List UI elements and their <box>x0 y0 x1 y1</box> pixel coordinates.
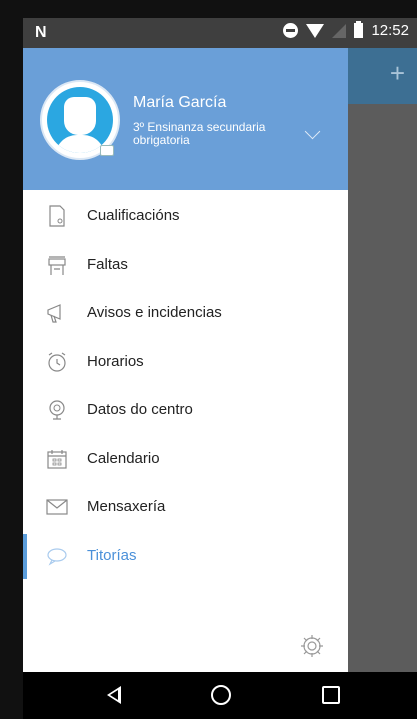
notification-icon: N <box>35 24 47 41</box>
recent-apps-icon[interactable] <box>322 686 340 704</box>
do-not-disturb-icon <box>283 23 299 38</box>
calendar-icon <box>47 449 67 469</box>
envelope-icon <box>46 499 68 515</box>
camera-icon[interactable] <box>100 145 114 156</box>
status-bar: N 12:52 <box>23 18 417 48</box>
menu-item-label: Mensaxería <box>87 498 166 515</box>
avatar[interactable] <box>40 80 120 160</box>
megaphone-icon <box>47 304 61 323</box>
signal-icon <box>332 23 347 38</box>
menu-item-label: Avisos e incidencias <box>87 304 222 321</box>
wifi-icon <box>306 23 325 38</box>
menu-item-faltas[interactable]: Faltas <box>23 241 348 290</box>
app-toolbar: + <box>348 48 417 104</box>
battery-icon <box>354 21 364 38</box>
menu-item-cualificacions[interactable]: Cualificacións <box>23 192 348 241</box>
navigation-drawer: María García 3º Ensinanza secundaria obr… <box>23 48 348 672</box>
drawer-header: María García 3º Ensinanza secundaria obr… <box>23 48 348 190</box>
menu-item-mensaxeria[interactable]: Mensaxería <box>23 483 348 532</box>
system-navigation-bar <box>23 672 417 719</box>
gear-icon[interactable] <box>299 633 325 659</box>
menu-item-titorias[interactable]: Titorías <box>23 532 348 581</box>
phone-screen: N 12:52 + María García 3º Ensinanza secu… <box>23 18 417 719</box>
menu-item-calendario[interactable]: Calendario <box>23 435 348 484</box>
menu-item-label: Faltas <box>87 255 128 273</box>
menu-item-datos-centro[interactable]: Datos do centro <box>23 386 348 435</box>
menu-item-label: Cualificacións <box>87 207 180 224</box>
school-bell-icon <box>49 400 65 420</box>
app-background-scrim[interactable]: + <box>348 48 417 672</box>
status-icons: 12:52 <box>283 21 409 39</box>
desk-icon <box>48 255 66 275</box>
menu-item-avisos[interactable]: Avisos e incidencias <box>23 289 348 338</box>
document-icon <box>49 205 65 227</box>
add-icon[interactable]: + <box>390 60 405 86</box>
active-indicator <box>23 533 27 579</box>
chevron-down-icon[interactable] <box>304 123 321 140</box>
avatar-image <box>47 87 113 153</box>
user-name: María García <box>133 94 227 111</box>
alarm-clock-icon <box>48 352 66 372</box>
status-time: 12:52 <box>371 22 409 39</box>
drawer-menu: Cualificacións Faltas Avisos e incidenci… <box>23 192 348 580</box>
menu-item-label: Datos do centro <box>87 401 193 418</box>
avatar-face-shape <box>64 97 96 135</box>
menu-item-label: Titorías <box>87 546 137 564</box>
speech-bubble-icon <box>47 547 67 566</box>
menu-item-label: Horarios <box>87 352 144 370</box>
user-course: 3º Ensinanza secundaria obrigatoria <box>133 120 266 147</box>
back-icon-inner <box>110 690 118 700</box>
menu-item-horarios[interactable]: Horarios <box>23 338 348 387</box>
home-icon[interactable] <box>211 685 231 705</box>
menu-item-label: Calendario <box>87 449 160 467</box>
avatar-body-shape <box>55 135 105 153</box>
